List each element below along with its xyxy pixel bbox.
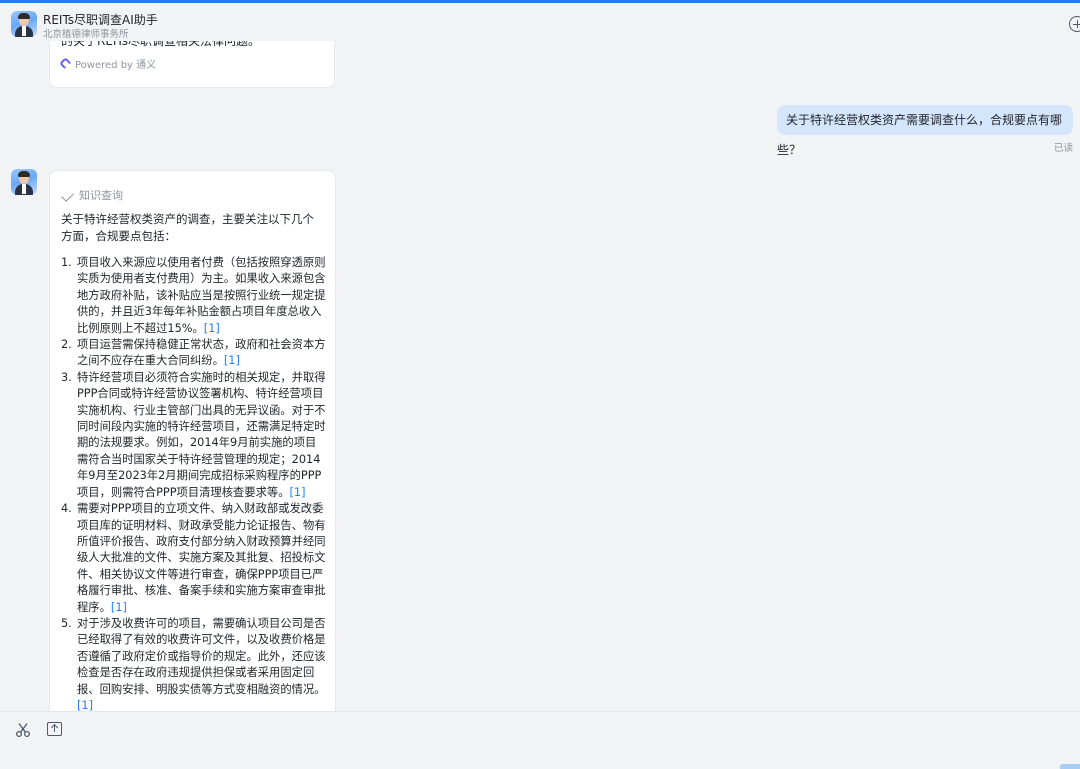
citation-link[interactable]: [1]: [77, 699, 93, 711]
list-item: 1. 项目收入来源应以使用者付费（包括按照穿透原则实质为使用者支付费用）为主。如果…: [61, 256, 326, 335]
input-toolbar: [0, 711, 1080, 769]
bot-message: 知识查询 关于特许经营权类资产的调查，主要关注以下几个方面，合规要点包括： 1.…: [49, 170, 336, 711]
knowledge-query-status[interactable]: 知识查询: [61, 187, 123, 203]
answer-intro: 关于特许经营权类资产的调查，主要关注以下几个方面，合规要点包括：: [61, 212, 314, 243]
user-message: 关于特许经营权类资产需要调查什么，合规要点有哪些？: [777, 105, 1073, 157]
app-header: REITs尽职调查AI助手 北京植德律师事务所: [0, 3, 1080, 41]
citation-link[interactable]: [1]: [111, 601, 127, 614]
app-subtitle: 北京植德律师事务所: [43, 29, 129, 40]
powered-by-text: Powered by 通义: [75, 60, 157, 71]
upload-icon[interactable]: [47, 722, 62, 736]
list-item: 3. 特许经营项目必须符合实施时的相关规定，并取得PPP合同或特许经营协议签署机构…: [61, 370, 326, 499]
assistant-avatar: [11, 11, 37, 37]
plus-circle-icon[interactable]: [1069, 16, 1080, 32]
powered-by: Powered by 通义: [60, 56, 156, 71]
check-icon: [61, 189, 74, 202]
message-text: 的关于REITs尽职调查相关法律问题。: [61, 41, 261, 48]
list-item: 5. 对于涉及收费许可的项目，需要确认项目公司是否已经取得了有效的收费许可文件，以…: [61, 616, 326, 711]
read-status: 已读: [1053, 143, 1073, 154]
list-item: 2. 项目运营需保持稳健正常状态，政府和社会资本方之间不应存在重大合同纠纷。[1]: [61, 338, 326, 368]
knowledge-query-label: 知识查询: [79, 189, 123, 202]
scissors-icon[interactable]: [15, 722, 31, 738]
tongyi-logo-icon: [60, 58, 71, 69]
citation-link[interactable]: [1]: [224, 354, 240, 367]
previous-bot-message: 的关于REITs尽职调查相关法律问题。 Powered by 通义: [49, 41, 335, 88]
citation-link[interactable]: [1]: [290, 486, 306, 499]
send-button[interactable]: [1060, 764, 1080, 769]
chat-area[interactable]: 的关于REITs尽职调查相关法律问题。 Powered by 通义 关于特许经营…: [0, 41, 1080, 711]
citation-link[interactable]: [1]: [204, 322, 220, 335]
assistant-avatar: [11, 169, 37, 195]
answer-list: 1. 项目收入来源应以使用者付费（包括按照穿透原则实质为使用者支付费用）为主。如果…: [61, 255, 327, 711]
list-item: 4. 需要对PPP项目的立项文件、纳入财政部或发改委项目库的证明材料、财政承受能力…: [61, 502, 326, 614]
